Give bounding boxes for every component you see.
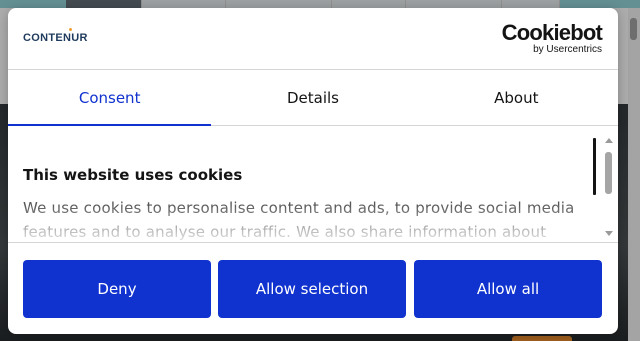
site-logo-dot xyxy=(69,28,72,31)
site-logo-text: CONTENUR xyxy=(23,32,88,44)
content-scrollbar[interactable] xyxy=(604,136,614,242)
allow-selection-button[interactable]: Allow selection xyxy=(218,260,406,318)
tab-details[interactable]: Details xyxy=(211,70,414,125)
dialog-footer: Deny Allow selection Allow all xyxy=(8,242,618,334)
deny-button[interactable]: Deny xyxy=(23,260,211,318)
scroll-down-arrow-icon[interactable] xyxy=(605,231,613,236)
site-logo: CONTENUR xyxy=(23,28,88,44)
content-scrollbar-thumb[interactable] xyxy=(605,152,612,194)
tab-consent[interactable]: Consent xyxy=(8,70,212,126)
text-fade xyxy=(8,204,598,242)
cookiebot-wordmark: Cookiebot xyxy=(501,20,603,45)
consent-heading: This website uses cookies xyxy=(23,166,243,184)
dialog-header: CONTENUR Cookiebot by Usercentrics xyxy=(8,8,618,70)
scroll-indicator-bar xyxy=(593,138,596,195)
tab-about[interactable]: About xyxy=(415,70,618,125)
allow-all-button[interactable]: Allow all xyxy=(414,260,602,318)
consent-body: This website uses cookies We use cookies… xyxy=(8,126,618,242)
scroll-up-arrow-icon[interactable] xyxy=(605,138,613,143)
cookie-consent-dialog: CONTENUR Cookiebot by Usercentrics Conse… xyxy=(8,8,618,334)
consent-tabs: Consent Details About xyxy=(8,70,618,126)
cookiebot-logo[interactable]: Cookiebot by Usercentrics xyxy=(501,20,603,56)
cookiebot-byline: by Usercentrics xyxy=(533,44,602,55)
